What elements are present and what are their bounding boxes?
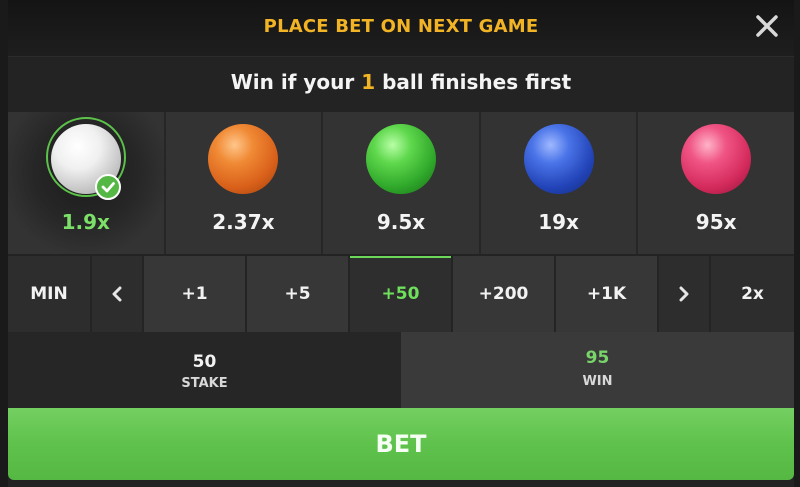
ball-odds: 9.5x <box>376 210 426 234</box>
ball-option-blue[interactable]: 19x <box>480 112 639 254</box>
win-value: 95 <box>585 348 610 368</box>
ball-option-orange[interactable]: 2.37x <box>165 112 324 254</box>
ball-odds: 1.9x <box>61 210 110 234</box>
close-button[interactable] <box>754 13 780 39</box>
instruction-suffix: ball finishes first <box>382 70 572 94</box>
win-label: WIN <box>582 374 613 389</box>
bet-summary: 50 STAKE 95 WIN <box>8 332 794 408</box>
chip-plus-200[interactable]: +200 <box>453 256 556 332</box>
modal-title: PLACE BET ON NEXT GAME <box>263 16 539 37</box>
stake-controls: MIN +1 +5 +50 +200 +1K 2x <box>8 256 794 332</box>
ball-odds: 2.37x <box>212 210 275 234</box>
instruction-prefix: Win if your <box>230 70 355 94</box>
checkmark-icon <box>94 174 121 200</box>
next-chips-button[interactable] <box>659 256 711 332</box>
ball-odds: 19x <box>538 210 579 234</box>
instruction-count: 1 <box>361 70 376 94</box>
modal-header: PLACE BET ON NEXT GAME <box>8 0 794 57</box>
close-icon <box>756 15 778 37</box>
win-display: 95 WIN <box>401 332 794 408</box>
ball-orange <box>208 124 279 194</box>
ball-green <box>365 124 436 194</box>
chip-plus-1k[interactable]: +1K <box>556 256 659 332</box>
stake-display: 50 STAKE <box>8 332 401 408</box>
ball-option-green[interactable]: 9.5x <box>323 112 481 254</box>
chip-plus-50[interactable]: +50 <box>350 256 453 332</box>
ball-option-pink[interactable]: 95x <box>638 112 794 254</box>
ball-selector: 1.9x 2.37x 9.5x 19x 95x <box>8 112 794 254</box>
ball-option-white[interactable]: 1.9x <box>8 112 166 254</box>
chevron-right-icon <box>679 286 689 302</box>
bet-button[interactable]: BET <box>8 408 794 480</box>
chip-plus-1[interactable]: +1 <box>144 256 247 332</box>
previous-chips-button[interactable] <box>92 256 144 332</box>
stake-value: 50 <box>192 352 217 372</box>
chevron-left-icon <box>112 286 122 302</box>
instruction-text: Win if your 1 ball finishes first <box>8 70 794 94</box>
bet-modal: PLACE BET ON NEXT GAME Win if your 1 bal… <box>8 0 794 487</box>
ball-odds: 95x <box>695 210 737 234</box>
chip-plus-5[interactable]: +5 <box>247 256 350 332</box>
stake-label: STAKE <box>181 376 228 391</box>
min-stake-button[interactable]: MIN <box>8 256 92 332</box>
double-stake-button[interactable]: 2x <box>711 256 794 332</box>
ball-blue <box>523 124 594 194</box>
ball-pink <box>681 124 752 194</box>
